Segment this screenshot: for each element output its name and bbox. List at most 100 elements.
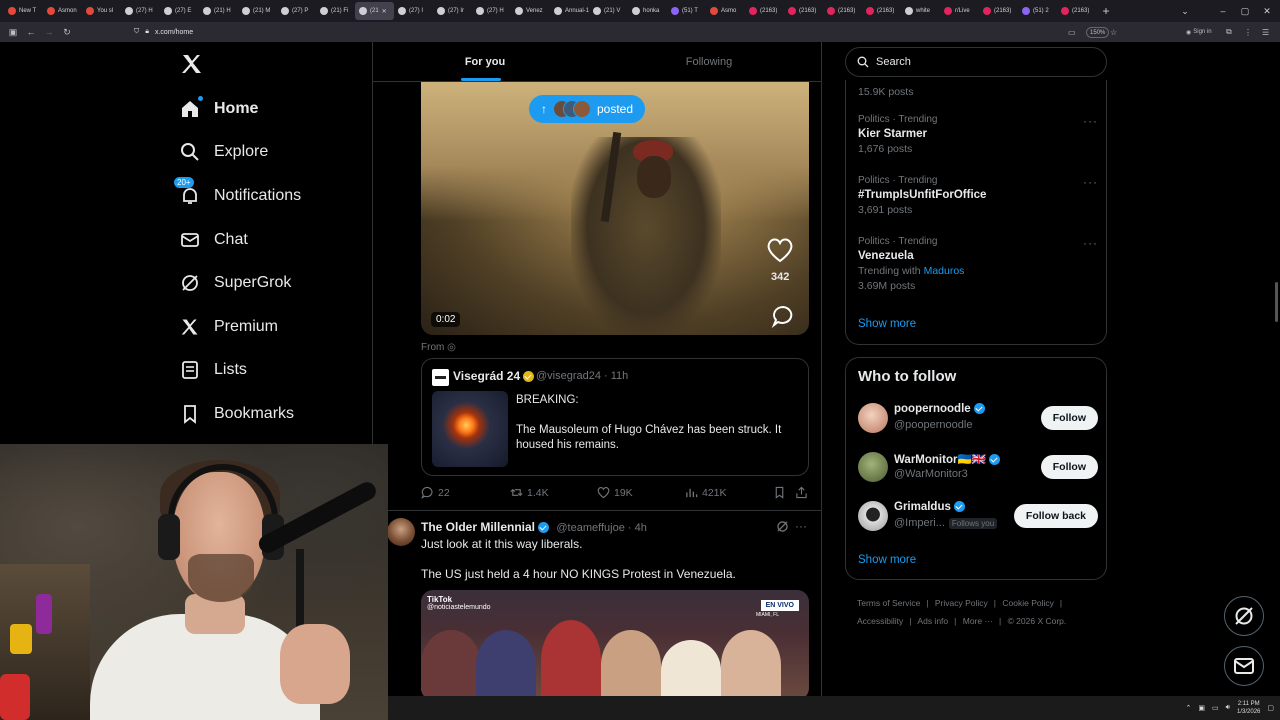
sign-in-button[interactable]: ◉ Sign in: [1186, 22, 1212, 42]
tab-list-icon[interactable]: ⌄: [1174, 0, 1196, 22]
taskbar-clock[interactable]: 2:11 PM 1/3/2026: [1237, 700, 1260, 716]
browser-tab[interactable]: (27) P: [277, 2, 316, 20]
follow-suggestion[interactable]: poopernoodle @poopernoodle Follow: [858, 401, 1098, 435]
browser-tab[interactable]: honka: [628, 2, 667, 20]
trend-item[interactable]: Politics · Trending Kier Starmer 1,676 p…: [858, 114, 1098, 155]
trend-more-icon[interactable]: ···: [1083, 114, 1098, 128]
post-handle-time[interactable]: @teameffujoe · 4h: [556, 522, 646, 534]
avatar[interactable]: [858, 501, 888, 531]
browser-tab[interactable]: Asmo: [706, 2, 745, 20]
url-bar[interactable]: ⛉ 🔒︎ x.com/home: [134, 24, 1134, 40]
browser-tab[interactable]: (2163): [784, 2, 823, 20]
volume-icon[interactable]: 🔊︎: [1226, 704, 1230, 712]
views-action[interactable]: 421K: [685, 486, 727, 499]
browser-tab[interactable]: Venez: [511, 2, 550, 20]
footer-terms[interactable]: Terms of Service: [857, 598, 920, 608]
follow-button[interactable]: Follow: [1040, 406, 1098, 430]
more-options-icon[interactable]: ···: [795, 519, 807, 533]
browser-tab[interactable]: (21 ✕: [355, 2, 394, 20]
browser-tab[interactable]: (27) E: [160, 2, 199, 20]
quote-image[interactable]: [432, 391, 508, 467]
browser-tab[interactable]: (21) M: [238, 2, 277, 20]
browser-tab[interactable]: (2163): [1057, 2, 1096, 20]
browser-tab[interactable]: (21) Fi: [316, 2, 355, 20]
browser-tab[interactable]: (2163): [979, 2, 1018, 20]
quoted-post[interactable]: Visegrád 24 @visegrad24 · 11h BREAKING: …: [421, 358, 809, 476]
browser-tab[interactable]: (51) T: [667, 2, 706, 20]
footer-cookie[interactable]: Cookie Policy: [1002, 598, 1054, 608]
trend-item[interactable]: Politics · Trending #TrumpIsUnfitForOffi…: [858, 175, 1098, 216]
trend-more-icon[interactable]: ···: [1083, 236, 1098, 250]
browser-tab[interactable]: (27) H: [472, 2, 511, 20]
maximize-button[interactable]: ▢: [1234, 0, 1256, 22]
browser-tab[interactable]: r/Live: [940, 2, 979, 20]
nav-notifications[interactable]: 20+ Notifications: [174, 177, 301, 211]
follow-suggestion[interactable]: WarMonitor🇺🇦🇬🇧 @WarMonitor3 Follow: [858, 450, 1098, 484]
hamburger-menu-icon[interactable]: ☰: [1262, 22, 1269, 42]
browser-tab[interactable]: (51) 2: [1018, 2, 1057, 20]
video-like-icon[interactable]: [766, 237, 794, 263]
post-author-name[interactable]: The Older Millennial: [421, 520, 535, 534]
browser-tab[interactable]: New T: [4, 2, 43, 20]
follow-button[interactable]: Follow: [1040, 455, 1098, 479]
reply-action[interactable]: 22: [421, 486, 450, 499]
messages-fab-button[interactable]: [1224, 646, 1264, 686]
search-input[interactable]: Search: [845, 47, 1107, 77]
nav-home[interactable]: Home: [180, 94, 258, 124]
trend-item[interactable]: Politics · Trending Venezuela Trending w…: [858, 236, 1098, 292]
extensions-icon[interactable]: ⧉: [1226, 22, 1232, 42]
repost-action[interactable]: 1.4K: [510, 486, 549, 499]
nav-supergrok[interactable]: SuperGrok: [180, 268, 291, 298]
post-avatar[interactable]: [387, 518, 415, 546]
notifications-tray-icon[interactable]: ▢: [1267, 704, 1274, 712]
nav-explore[interactable]: Explore: [180, 137, 268, 167]
browser-tab[interactable]: (21) V: [589, 2, 628, 20]
like-action[interactable]: 19K: [597, 486, 633, 499]
back-button[interactable]: ←: [22, 27, 40, 37]
tray-app-icon[interactable]: ▣: [1198, 704, 1205, 712]
footer-ads-info[interactable]: Ads info: [917, 616, 948, 626]
browser-tab[interactable]: (27) I: [394, 2, 433, 20]
browser-tab[interactable]: (2163): [745, 2, 784, 20]
nav-premium[interactable]: Premium: [180, 312, 278, 342]
page-scrollbar[interactable]: [1275, 282, 1278, 322]
reader-view-icon[interactable]: ▭: [1068, 22, 1076, 42]
avatar[interactable]: [858, 403, 888, 433]
browser-tab[interactable]: (21) H: [199, 2, 238, 20]
nav-bookmarks[interactable]: Bookmarks: [180, 399, 294, 429]
network-icon[interactable]: ▭: [1212, 704, 1219, 712]
footer-accessibility[interactable]: Accessibility: [857, 616, 903, 626]
browser-tab[interactable]: (2163): [823, 2, 862, 20]
avatar[interactable]: [858, 452, 888, 482]
sidebar-toggle-icon[interactable]: ▣: [4, 27, 22, 38]
video-reply-icon[interactable]: [771, 304, 795, 328]
footer-privacy[interactable]: Privacy Policy: [935, 598, 988, 608]
menu-icon[interactable]: ⋮: [1244, 22, 1252, 42]
browser-tab[interactable]: (27) Ir: [433, 2, 472, 20]
browser-tab[interactable]: You sl: [82, 2, 121, 20]
bookmark-action[interactable]: [773, 486, 786, 499]
nav-lists[interactable]: Lists: [180, 355, 247, 385]
tab-following[interactable]: Following: [597, 42, 821, 81]
trend-more-icon[interactable]: ···: [1083, 175, 1098, 189]
new-tab-button[interactable]: +: [1096, 4, 1116, 18]
browser-tab[interactable]: (2163): [862, 2, 901, 20]
share-action[interactable]: [795, 486, 808, 499]
close-tab-icon[interactable]: ✕: [382, 8, 387, 15]
tab-for-you[interactable]: For you: [373, 42, 597, 81]
who-to-follow-show-more[interactable]: Show more: [858, 554, 916, 566]
post-video[interactable]: TikTok @noticiastelemundo EN VIVO MIAMI,…: [421, 590, 809, 696]
browser-tab[interactable]: Asmon: [43, 2, 82, 20]
grok-fab-button[interactable]: [1224, 596, 1264, 636]
trend-with-link[interactable]: Maduros: [924, 265, 965, 277]
x-logo-icon[interactable]: [180, 52, 204, 76]
browser-tab[interactable]: (27) H: [121, 2, 160, 20]
nav-chat[interactable]: Chat: [180, 225, 248, 255]
close-window-button[interactable]: ✕: [1256, 0, 1278, 22]
new-posts-pill[interactable]: ↑ posted: [529, 95, 646, 123]
trends-show-more[interactable]: Show more: [858, 318, 916, 330]
reload-button[interactable]: ↻: [58, 27, 76, 38]
zoom-level[interactable]: 150%: [1086, 27, 1110, 38]
tray-chevron-icon[interactable]: ⌃: [1185, 704, 1191, 712]
grok-icon[interactable]: [776, 520, 789, 533]
